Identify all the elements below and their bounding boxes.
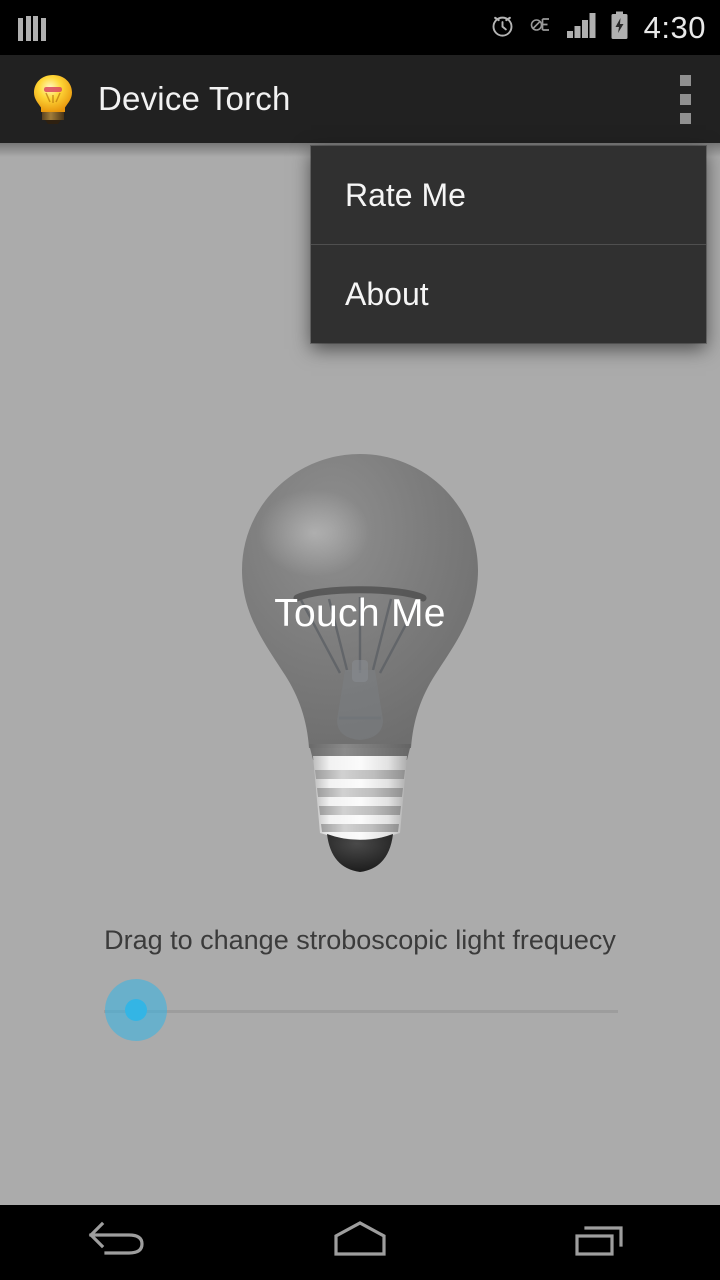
back-button[interactable]: [0, 1205, 240, 1280]
stroboscopic-frequency-slider[interactable]: [0, 971, 720, 1051]
recents-icon: [569, 1218, 631, 1267]
navigation-bar: [0, 1205, 720, 1280]
status-bar: 4:30: [0, 0, 720, 55]
home-icon: [326, 1218, 394, 1267]
slider-hint-label: Drag to change stroboscopic light freque…: [104, 925, 616, 955]
action-bar: Device Torch: [0, 55, 720, 143]
lightbulb-icon: [30, 73, 76, 125]
menu-item-rate-me[interactable]: Rate Me: [311, 146, 706, 244]
status-bar-left-icons: [18, 15, 46, 41]
slider-thumb[interactable]: [105, 979, 167, 1041]
battery-charging-icon: [610, 11, 629, 45]
menu-item-about[interactable]: About: [311, 245, 706, 343]
recents-button[interactable]: [480, 1205, 720, 1280]
alarm-clock-icon: [489, 12, 516, 44]
menu-item-label: Rate Me: [345, 176, 466, 213]
lightbulb-toggle-icon[interactable]: Touch Me: [219, 448, 501, 883]
page-title: Device Torch: [98, 80, 291, 117]
overflow-menu-icon[interactable]: [650, 55, 720, 143]
signal-bars-icon: [566, 12, 598, 44]
home-button[interactable]: [240, 1205, 480, 1280]
status-bar-clock: 4:30: [643, 10, 706, 45]
overflow-dot: [679, 112, 691, 124]
status-bar-right-icons: 4:30: [489, 11, 706, 45]
overflow-dot: [679, 93, 691, 105]
slider-thumb-dot: [125, 999, 147, 1021]
overflow-dot: [679, 74, 691, 86]
android-screen: 4:30 Device Torch Touch Me Drag to chang…: [0, 0, 720, 1280]
menu-item-label: About: [345, 275, 429, 312]
slider-track[interactable]: [104, 1010, 618, 1013]
no-data-edge-icon: [528, 12, 554, 43]
back-arrow-icon: [88, 1218, 152, 1267]
overflow-menu: Rate Me About: [311, 146, 706, 343]
equalizer-notification-icon: [18, 15, 46, 41]
